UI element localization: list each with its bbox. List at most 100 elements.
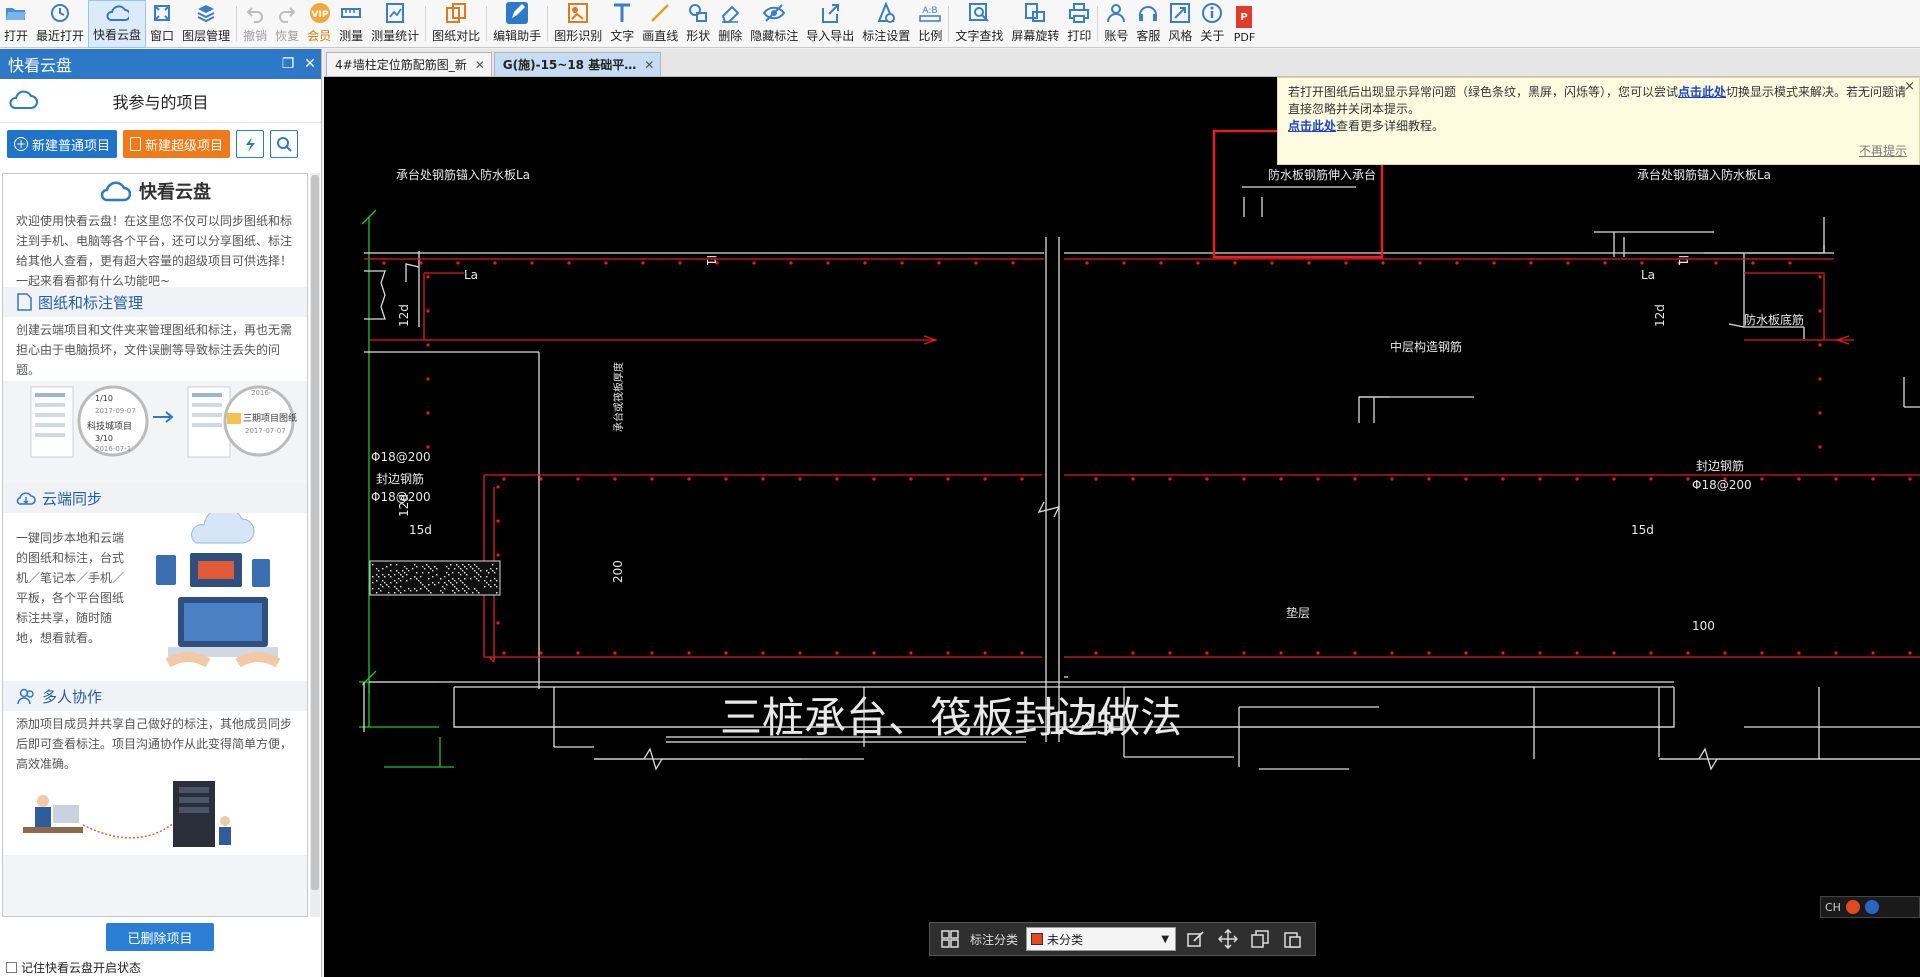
hatch-speck: [488, 572, 490, 574]
rebar-dot: [946, 651, 950, 655]
hatch-speck: [460, 580, 462, 582]
remember-state-option[interactable]: 记住快看云盘开启状态: [6, 959, 141, 976]
print-button[interactable]: 打印: [1063, 0, 1095, 48]
rebar-dot: [983, 651, 987, 655]
rebar-dot: [539, 477, 543, 481]
left-dimension-lines: [359, 209, 454, 768]
hatch-speck: [414, 564, 416, 566]
rebar-dot: [502, 477, 506, 481]
vip-button[interactable]: VIP 会员: [303, 0, 335, 48]
section-text-collab: 添加项目成员并共享自己做好的标注，其他成员同步后即可查看标注。项目沟通协作从此变…: [3, 711, 307, 775]
scale-button[interactable]: A:B 比例: [914, 0, 946, 48]
cloud-disk-button[interactable]: 快看云盘: [88, 0, 147, 48]
account-button[interactable]: 账号: [1100, 0, 1132, 48]
tutorial-link[interactable]: 点击此处: [1288, 119, 1336, 133]
delete-button[interactable]: 删除: [714, 0, 746, 48]
rebar-dot: [1834, 651, 1838, 655]
rebar-dot: [1818, 309, 1822, 313]
rebar-dot: [1714, 261, 1718, 265]
hatch-speck: [472, 568, 474, 570]
panel-scrollbar[interactable]: [310, 173, 320, 917]
hatch-speck: [396, 588, 398, 590]
rebar-dot: [1242, 651, 1246, 655]
hatch-speck: [404, 572, 406, 574]
text-button[interactable]: 文字: [606, 0, 638, 48]
edit-assistant-button[interactable]: 编辑助手: [489, 0, 545, 48]
svg-text:三期项目图纸: 三期项目图纸: [243, 412, 297, 424]
measure-stats-icon: [383, 1, 407, 25]
rebar-dot: [1818, 275, 1822, 279]
close-icon[interactable]: ×: [1904, 78, 1915, 95]
tab-document-1[interactable]: 4#墙柱定位筋配筋图_新 ✕: [326, 52, 492, 76]
recent-button[interactable]: 最近打开: [32, 0, 88, 48]
text-search-button[interactable]: 文字查找: [951, 0, 1007, 48]
rotate-screen-button[interactable]: 屏幕旋转: [1007, 0, 1063, 48]
compare-button[interactable]: 图纸对比: [428, 0, 484, 48]
hatch-speck: [452, 584, 454, 586]
grid-icon[interactable]: [938, 927, 962, 951]
tab-document-2[interactable]: G(施)-15~18 基础平… ✕: [493, 52, 662, 76]
remember-checkbox[interactable]: [6, 962, 17, 973]
category-select[interactable]: 未分类 ▼: [1026, 927, 1177, 951]
never-show-link[interactable]: 不再提示: [1859, 143, 1907, 160]
edit-icon[interactable]: [1184, 927, 1208, 951]
open-button[interactable]: 打开: [0, 0, 32, 48]
hide-annotation-button[interactable]: 隐藏标注: [746, 0, 802, 48]
hatch-speck: [380, 584, 382, 586]
deleted-projects-button[interactable]: 已删除项目: [106, 923, 214, 951]
new-project-button[interactable]: + 新建普通项目: [7, 130, 118, 158]
hatch-speck: [404, 590, 406, 592]
annotation-settings-button[interactable]: 标注设置: [858, 0, 914, 48]
hatch-speck: [420, 576, 422, 578]
structure-lines: [363, 217, 1920, 771]
restore-icon[interactable]: ❐: [277, 56, 299, 72]
paste-icon[interactable]: [1280, 927, 1304, 951]
hatch-speck: [444, 576, 446, 578]
rotated-labels: 12d 12d 12d l1 l1 200 承台或筏板厚度: [397, 255, 1690, 583]
import-export-button[interactable]: 导入导出: [802, 0, 858, 48]
rotate-screen-icon: [1023, 1, 1047, 25]
new-super-project-button[interactable]: 新建超级项目: [123, 130, 231, 158]
hatch-speck: [458, 578, 460, 580]
shape-button[interactable]: 形状: [682, 0, 714, 48]
help-icon: [1864, 900, 1879, 914]
rebar-dot: [1686, 477, 1690, 481]
hatch-speck: [376, 592, 378, 594]
hatch-speck: [372, 564, 374, 566]
sync-button[interactable]: [236, 130, 265, 158]
search-button[interactable]: [270, 130, 299, 158]
section-text-manage: 创建云端项目和文件夹来管理图纸和标注，再也无需担心由于电脑损坏，文件误删等导致标…: [3, 317, 307, 381]
about-button[interactable]: 关于: [1196, 0, 1228, 48]
style-button[interactable]: 风格: [1164, 0, 1196, 48]
ime-indicator[interactable]: CH: [1820, 896, 1920, 918]
label-top-mid: 防水板钢筋伸入承台: [1268, 167, 1376, 182]
cloud-sync-icon: [16, 492, 36, 505]
hatch-speck: [476, 572, 478, 574]
window-button[interactable]: 窗口: [146, 0, 178, 48]
hatch-speck: [422, 572, 424, 574]
measure-button[interactable]: 测量: [335, 0, 367, 48]
switch-mode-link[interactable]: 点击此处: [1678, 85, 1726, 99]
shape-recognition-button[interactable]: 图形识别: [550, 0, 606, 48]
pdf-button[interactable]: P PDF: [1228, 0, 1260, 48]
close-icon[interactable]: ✕: [475, 58, 485, 72]
close-icon[interactable]: ✕: [299, 56, 321, 72]
hatch-speck: [494, 584, 496, 586]
hatch-speck: [372, 588, 374, 590]
move-icon[interactable]: [1216, 927, 1240, 951]
intro-content: 快看云盘 欢迎使用快看云盘！在这里您不仅可以同步图纸和标注到手机、电脑等各个平台…: [2, 173, 308, 917]
redo-button[interactable]: 恢复: [271, 0, 303, 48]
scrollbar-thumb[interactable]: [311, 175, 319, 890]
drawing-canvas[interactable]: 承台处钢筋锚入防水板La 承台处钢筋锚入防水板La 防水板钢筋伸入承台 中层构造…: [324, 77, 1920, 977]
measure-stats-button[interactable]: 测量统计: [367, 0, 423, 48]
rebar-dot: [496, 553, 500, 557]
layers-button[interactable]: 图层管理: [178, 0, 234, 48]
close-icon[interactable]: ✕: [644, 58, 654, 72]
hatch-speck: [420, 582, 422, 584]
rebar-dot: [1908, 651, 1912, 655]
copy-icon[interactable]: [1248, 927, 1272, 951]
hatch-speck: [492, 564, 494, 566]
support-button[interactable]: 客服: [1132, 0, 1164, 48]
line-button[interactable]: 画直线: [638, 0, 682, 48]
undo-button[interactable]: 撤销: [239, 0, 271, 48]
